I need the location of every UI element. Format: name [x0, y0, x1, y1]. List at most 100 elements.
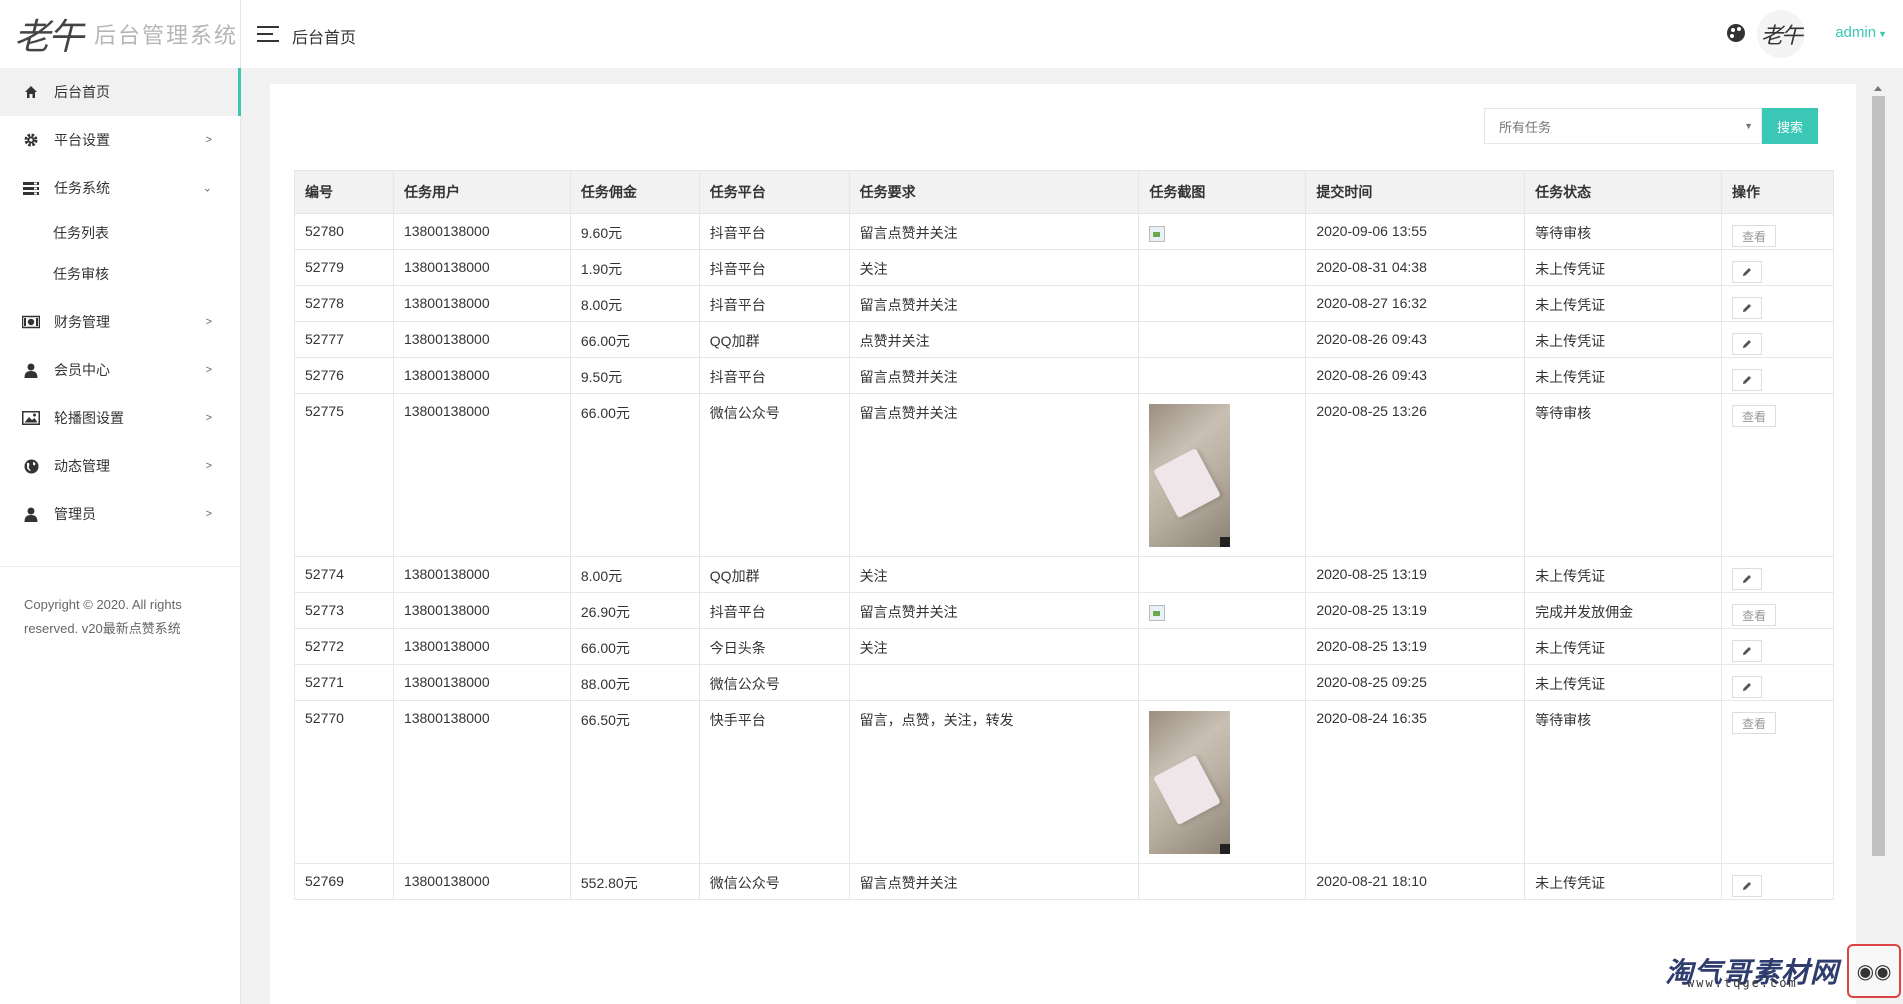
table-row: 52775 13800138000 66.00元 微信公众号 留言点赞并关注 2020-0… — [294, 393, 1835, 557]
task-screenshot-cell — [1138, 321, 1307, 358]
column-header: 任务状态 — [1524, 170, 1722, 214]
column-header: 任务平台 — [698, 170, 850, 214]
pencil-icon — [1742, 340, 1751, 348]
user-icon — [22, 505, 40, 523]
table-row: 52772 13800138000 66.00元 今日头条 关注 2020-08-25 1… — [294, 628, 1835, 665]
logo[interactable]: 老午 后台管理系统 — [0, 0, 240, 68]
table-row: 52770 13800138000 66.50元 快手平台 留言，点赞，关注，转发 202… — [294, 700, 1835, 864]
screenshot-thumbnail[interactable] — [1149, 404, 1231, 547]
edit-button[interactable] — [1731, 875, 1762, 897]
avatar[interactable]: 老午 — [1757, 10, 1805, 58]
task-platform-cell: 抖音平台 — [698, 249, 850, 286]
task-screenshot-cell — [1138, 664, 1307, 701]
task-fee-cell: 66.00元 — [569, 393, 700, 557]
chevron-right-icon: > — [205, 134, 212, 146]
user-menu[interactable]: admin ▼ — [1835, 24, 1887, 41]
sidebar-subitem-task-review[interactable]: 任务审核 — [0, 253, 240, 294]
logo-mark: 老午 — [14, 17, 84, 58]
sidebar-item-label: 管理员 — [54, 506, 96, 522]
broken-image-icon[interactable] — [1149, 605, 1166, 621]
view-button[interactable]: 查看 — [1731, 225, 1776, 247]
row-actions-cell: 查看 — [1720, 700, 1835, 864]
task-status-cell: 未上传凭证 — [1524, 628, 1722, 665]
task-screenshot-cell — [1138, 249, 1307, 286]
edit-button[interactable] — [1731, 297, 1762, 319]
edit-button[interactable] — [1731, 640, 1762, 662]
edit-button[interactable] — [1731, 676, 1762, 698]
screenshot-thumbnail[interactable] — [1149, 711, 1231, 854]
watermark-logo-icon: ◉◉ — [1847, 944, 1902, 998]
page-title: 后台首页 — [292, 30, 357, 47]
task-requirement-cell — [848, 664, 1140, 701]
pencil-icon — [1742, 882, 1751, 890]
scrollbar-thumb[interactable] — [1872, 96, 1885, 856]
table-header-row: 编号 任务用户 任务佣金 任务平台 任务要求 任务截图 提交时间 任务状态 操作 — [294, 170, 1835, 214]
main-panel: 所有任务 ▼ 搜索 编号 任务用户 任务佣金 任务平台 任务要求 任务截图 提交… — [270, 84, 1856, 1004]
table-row: 52777 13800138000 66.00元 QQ加群 点赞并关注 2020-08-2… — [294, 321, 1835, 358]
sidebar-subitem-task-list[interactable]: 任务列表 — [0, 212, 240, 253]
menu-toggle-icon[interactable] — [257, 26, 279, 42]
dropdown-arrow-icon: ▼ — [1744, 121, 1753, 131]
edit-button[interactable] — [1731, 369, 1762, 391]
task-filter-select[interactable]: 所有任务 ▼ — [1484, 108, 1762, 144]
pencil-icon — [1742, 376, 1751, 384]
scroll-up-icon[interactable] — [1874, 86, 1882, 91]
task-fee-cell: 552.80元 — [569, 863, 700, 900]
column-header: 操作 — [1720, 170, 1835, 214]
task-status-cell: 未上传凭证 — [1524, 357, 1722, 394]
task-requirement-cell: 关注 — [848, 556, 1140, 593]
submit-time-cell: 2020-08-25 13:19 — [1305, 556, 1526, 593]
edit-button[interactable] — [1731, 568, 1762, 590]
task-fee-cell: 9.60元 — [569, 213, 700, 250]
watermark-url: www.tqge.com — [1687, 976, 1798, 990]
row-actions-cell — [1720, 357, 1835, 394]
submit-time-cell: 2020-08-25 13:19 — [1305, 628, 1526, 665]
task-fee-cell: 8.00元 — [569, 556, 700, 593]
view-button[interactable]: 查看 — [1731, 405, 1776, 427]
task-screenshot-cell — [1138, 556, 1307, 593]
task-platform-cell: QQ加群 — [698, 556, 850, 593]
globe-icon — [22, 457, 40, 475]
task-platform-cell: 微信公众号 — [698, 664, 850, 701]
edit-button[interactable] — [1731, 261, 1762, 283]
task-user-cell: 13800138000 — [392, 628, 571, 665]
sidebar-item-members[interactable]: 会员中心 > — [0, 346, 240, 394]
pencil-icon — [1742, 683, 1751, 691]
sidebar-item-carousel[interactable]: 轮播图设置 > — [0, 394, 240, 442]
task-fee-cell: 66.50元 — [569, 700, 700, 864]
task-user-cell: 13800138000 — [392, 592, 571, 629]
select-value: 所有任务 — [1499, 119, 1552, 135]
task-status-cell: 未上传凭证 — [1524, 285, 1722, 322]
home-icon — [22, 83, 40, 101]
sidebar-item-platform-settings[interactable]: 平台设置 > — [0, 116, 240, 164]
image-icon — [22, 409, 40, 427]
sidebar-item-home[interactable]: 后台首页 — [0, 68, 241, 116]
task-requirement-cell: 留言点赞并关注 — [848, 592, 1140, 629]
scrollbar[interactable] — [1870, 84, 1887, 1004]
palette-icon[interactable] — [1727, 24, 1745, 42]
task-user-cell: 13800138000 — [392, 393, 571, 557]
task-requirement-cell: 留言，点赞，关注，转发 — [848, 700, 1140, 864]
task-status-cell: 完成并发放佣金 — [1524, 592, 1722, 629]
task-id-cell: 52774 — [294, 556, 394, 593]
sidebar-item-label: 轮播图设置 — [54, 410, 124, 426]
search-button[interactable]: 搜索 — [1762, 108, 1818, 144]
task-user-cell: 13800138000 — [392, 664, 571, 701]
task-user-cell: 13800138000 — [392, 321, 571, 358]
sidebar-item-finance[interactable]: 财务管理 > — [0, 298, 240, 346]
task-id-cell: 52778 — [294, 285, 394, 322]
task-platform-cell: 今日头条 — [698, 628, 850, 665]
chevron-right-icon: > — [205, 508, 212, 520]
task-status-cell: 未上传凭证 — [1524, 664, 1722, 701]
sidebar-item-label: 会员中心 — [54, 362, 110, 378]
sidebar-item-news[interactable]: 动态管理 > — [0, 442, 240, 490]
table-row: 52769 13800138000 552.80元 微信公众号 留言点赞并关注 2020-… — [294, 863, 1835, 900]
view-button[interactable]: 查看 — [1731, 604, 1776, 626]
sidebar-item-task-system[interactable]: 任务系统 ⌄ — [0, 164, 240, 212]
edit-button[interactable] — [1731, 333, 1762, 355]
view-button[interactable]: 查看 — [1731, 712, 1776, 734]
task-status-cell: 未上传凭证 — [1524, 556, 1722, 593]
sidebar-item-admins[interactable]: 管理员 > — [0, 490, 240, 538]
task-id-cell: 52779 — [294, 249, 394, 286]
broken-image-icon[interactable] — [1149, 226, 1166, 242]
